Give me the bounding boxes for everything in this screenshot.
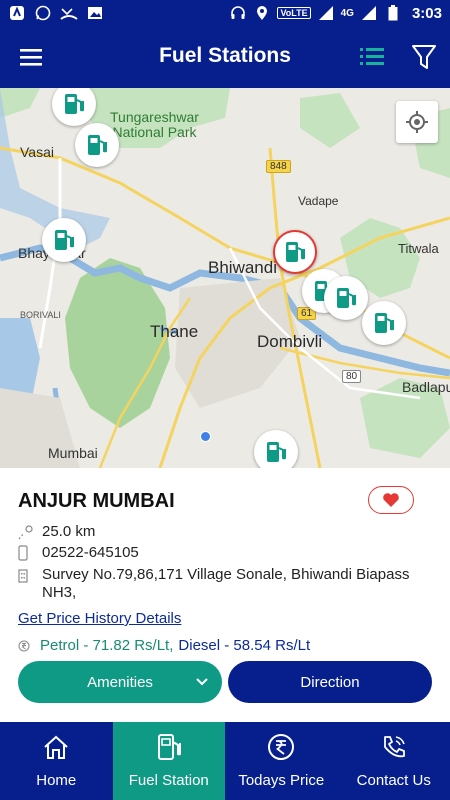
missed-call-icon bbox=[60, 5, 78, 21]
signal-icon-2 bbox=[360, 5, 378, 21]
address-text: Survey No.79,86,171 Village Sonale, Bhiw… bbox=[42, 566, 410, 601]
phone-text[interactable]: 02522-645105 bbox=[42, 544, 432, 562]
fuel-prices: Petrol - 71.82 Rs/Lt, Diesel - 58.54 Rs/… bbox=[18, 637, 310, 654]
nav-fuel-station-label: Fuel Station bbox=[128, 772, 209, 789]
list-icon bbox=[360, 48, 384, 65]
app-bar: Fuel Stations bbox=[0, 26, 450, 88]
volte-badge: VoLTE bbox=[277, 7, 311, 19]
rupee-circle-icon bbox=[18, 640, 40, 652]
list-view-button[interactable] bbox=[358, 43, 386, 71]
heart-icon bbox=[383, 493, 399, 507]
fuel-pump-icon bbox=[267, 442, 286, 462]
map-label-vasai: Vasai bbox=[20, 144, 54, 160]
whatsapp-icon bbox=[34, 5, 52, 21]
map-label-vadape: Vadape bbox=[298, 194, 339, 208]
highway-marker-848: 848 bbox=[266, 160, 291, 173]
app-notification-icon bbox=[8, 5, 26, 21]
building-icon bbox=[18, 566, 42, 584]
station-name: ANJUR MUMBAI bbox=[18, 490, 175, 512]
fuel-pump-icon bbox=[65, 94, 84, 114]
rupee-icon bbox=[266, 732, 296, 762]
map-base bbox=[0, 88, 450, 468]
distance-icon bbox=[18, 523, 42, 541]
station-pin[interactable] bbox=[75, 123, 119, 167]
distance-text: 25.0 km bbox=[42, 523, 96, 540]
gallery-icon bbox=[86, 5, 104, 21]
distance-row: 25.0 km bbox=[18, 523, 432, 541]
direction-button[interactable]: Direction bbox=[228, 661, 432, 703]
fuel-pump-icon bbox=[286, 242, 305, 262]
signal-icon bbox=[317, 5, 335, 21]
battery-icon bbox=[384, 5, 402, 21]
network-type: 4G bbox=[340, 7, 354, 19]
station-pin[interactable] bbox=[362, 301, 406, 345]
nav-todays-price[interactable]: Todays Price bbox=[225, 722, 338, 800]
home-icon bbox=[41, 732, 71, 762]
filter-icon bbox=[412, 45, 436, 69]
phone-icon bbox=[379, 732, 409, 762]
fuel-pump-icon bbox=[375, 313, 394, 333]
amenities-label: Amenities bbox=[87, 673, 153, 691]
status-bar: VoLTE 4G 3:03 bbox=[0, 0, 450, 26]
station-detail-card: ANJUR MUMBAI 25.0 km 02522-645105 Survey… bbox=[0, 468, 450, 722]
map-label-mumbai: Mumbai bbox=[48, 445, 98, 461]
fuel-pump-icon bbox=[337, 288, 356, 308]
nav-home-label: Home bbox=[36, 772, 77, 789]
crosshair-icon bbox=[406, 111, 428, 133]
fuel-pump-icon bbox=[154, 732, 184, 762]
fuel-pump-icon bbox=[55, 230, 74, 250]
map-label-badlapur: Badlapu bbox=[402, 379, 450, 395]
map-label-bhiwandi: Bhiwandi bbox=[208, 258, 277, 277]
mobile-icon bbox=[18, 544, 42, 562]
station-pin[interactable] bbox=[324, 276, 368, 320]
map-label-dombivli: Dombivli bbox=[257, 332, 323, 351]
headphones-icon bbox=[229, 5, 247, 21]
station-pin-selected[interactable] bbox=[273, 230, 317, 274]
station-pin[interactable] bbox=[254, 430, 298, 468]
price-history-link[interactable]: Get Price History Details bbox=[18, 610, 181, 627]
favorite-button[interactable] bbox=[368, 486, 414, 514]
clock: 3:03 bbox=[411, 4, 442, 22]
amenities-button[interactable]: Amenities bbox=[18, 661, 222, 703]
map-label-titwala: Titwala bbox=[398, 241, 439, 256]
filter-button[interactable] bbox=[410, 42, 438, 72]
nav-fuel-station[interactable]: Fuel Station bbox=[112, 722, 225, 800]
address-row: Survey No.79,86,171 Village Sonale, Bhiw… bbox=[18, 566, 432, 602]
map-label-park: Tungareshwar National Park bbox=[110, 109, 199, 140]
petrol-price: Petrol - 71.82 Rs/Lt, bbox=[40, 637, 174, 654]
current-location-dot bbox=[200, 431, 211, 442]
phone-row: 02522-645105 bbox=[18, 544, 432, 562]
map-view[interactable]: Tungareshwar National Park Vasai Vadape … bbox=[0, 88, 450, 468]
bottom-navigation: Home Fuel Station Todays Price Contact U… bbox=[0, 722, 450, 800]
map-label-thane: Thane bbox=[150, 322, 199, 341]
fuel-pump-icon bbox=[88, 135, 107, 155]
nav-todays-price-label: Todays Price bbox=[238, 772, 325, 789]
location-icon bbox=[253, 5, 271, 21]
nav-contact-us-label: Contact Us bbox=[356, 772, 431, 789]
nav-home[interactable]: Home bbox=[0, 722, 113, 800]
diesel-price: Diesel - 58.54 Rs/Lt bbox=[178, 637, 311, 654]
highway-marker-80: 80 bbox=[342, 370, 362, 383]
chevron-down-icon bbox=[196, 678, 208, 686]
nav-contact-us[interactable]: Contact Us bbox=[338, 722, 450, 800]
station-pin[interactable] bbox=[42, 218, 86, 262]
direction-label: Direction bbox=[300, 673, 360, 691]
my-location-button[interactable] bbox=[396, 101, 438, 143]
map-label-borivali: BORIVALI bbox=[20, 310, 61, 320]
